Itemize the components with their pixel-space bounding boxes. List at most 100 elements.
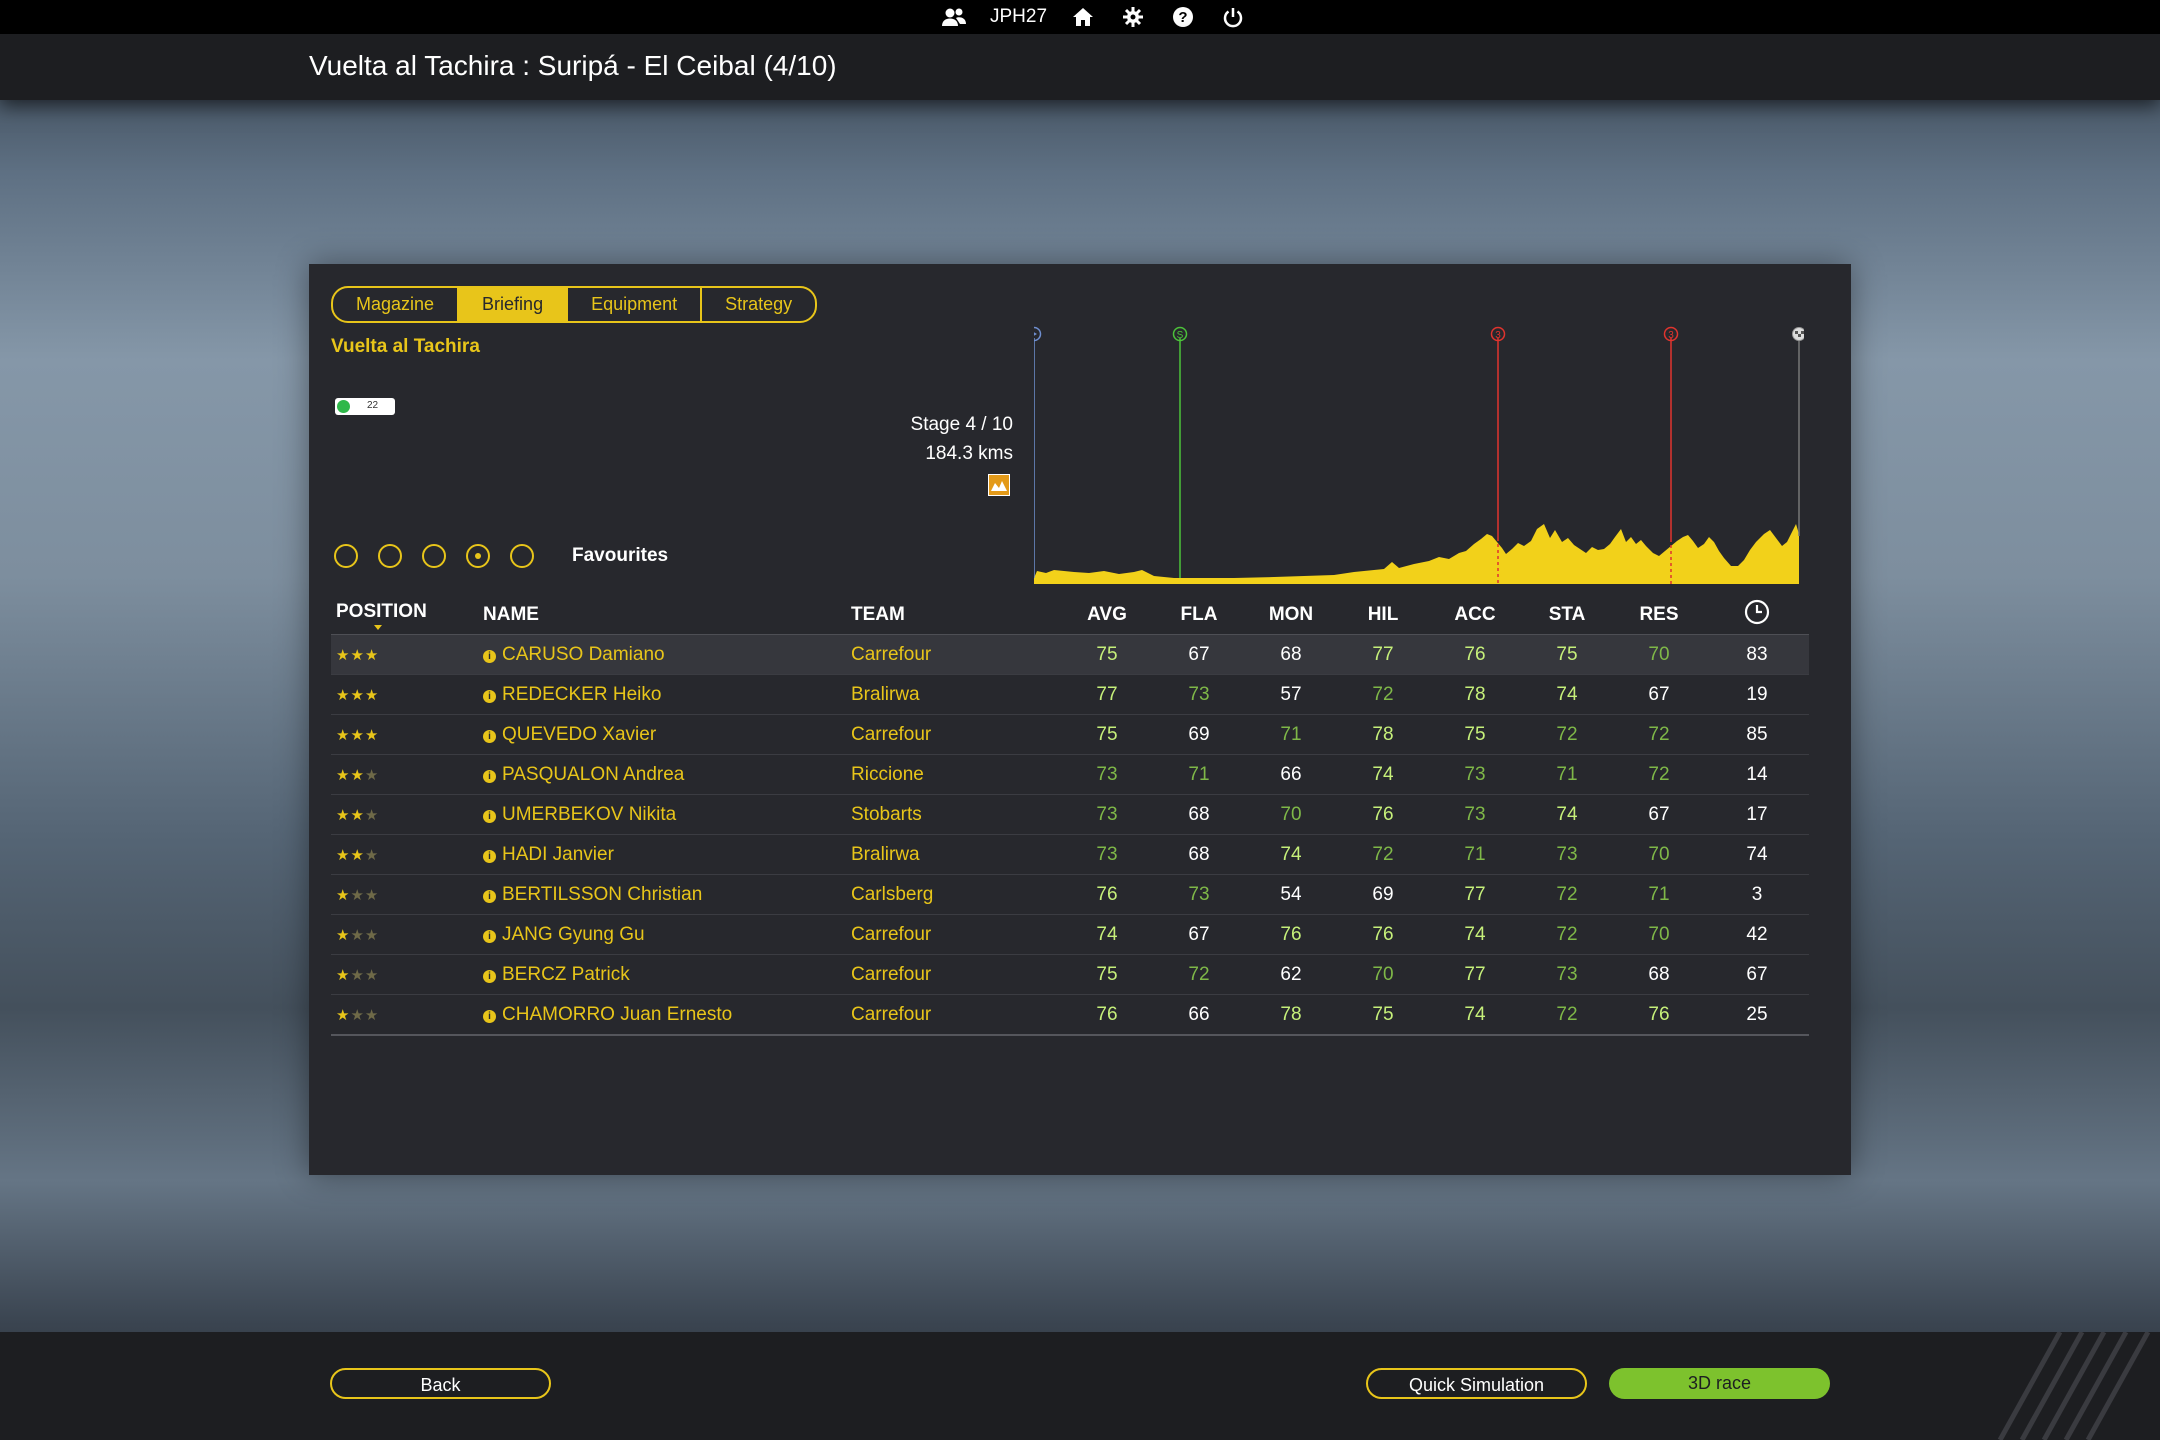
username: JPH27 (990, 6, 1048, 27)
column-fla[interactable]: FLA (1153, 596, 1245, 635)
decorative-stripes (1997, 1332, 2151, 1440)
rider-team[interactable]: Bralirwa (846, 674, 1061, 715)
info-icon[interactable]: i (483, 769, 496, 783)
rider-team[interactable]: Carrefour (846, 714, 1061, 755)
table-row[interactable]: ★★★ i HADI Janvier Bralirwa 73 68 74 72 71 73 70 74 (331, 834, 1809, 875)
rider-team[interactable]: Carrefour (846, 994, 1061, 1036)
column-res[interactable]: RES (1613, 596, 1705, 635)
stat-res: 68 (1613, 954, 1705, 995)
sort-arrow-icon (374, 624, 382, 630)
stat-res: 72 (1613, 714, 1705, 755)
rider-name-text: JANG Gyung Gu (502, 923, 645, 945)
position-stars: ★★★ (331, 914, 478, 955)
rider-name[interactable]: i BERTILSSON Christian (478, 874, 846, 915)
table-row[interactable]: ★★★ i UMERBEKOV Nikita Stobarts 73 68 70 76 73 74… (331, 794, 1809, 835)
svg-text:3: 3 (1668, 330, 1674, 341)
stat-time: 17 (1705, 794, 1809, 835)
rider-name[interactable]: i BERCZ Patrick (478, 954, 846, 995)
column-mon[interactable]: MON (1245, 596, 1337, 635)
info-icon[interactable]: i (483, 1009, 496, 1023)
filter-radio-favourites[interactable] (466, 544, 490, 568)
rider-name[interactable]: i JANG Gyung Gu (478, 914, 846, 955)
tab-equipment[interactable]: Equipment (568, 288, 703, 321)
rider-name[interactable]: i CHAMORRO Juan Ernesto (478, 994, 846, 1036)
stat-fla: 72 (1153, 954, 1245, 995)
info-icon[interactable]: i (483, 889, 496, 903)
stat-hil: 76 (1337, 914, 1429, 955)
info-icon[interactable]: i (483, 809, 496, 823)
column-time[interactable] (1705, 596, 1809, 635)
star-rating-icon: ★★★ (336, 1006, 380, 1024)
stat-time: 3 (1705, 874, 1809, 915)
gear-icon[interactable] (1119, 3, 1147, 31)
stat-hil: 74 (1337, 754, 1429, 795)
table-row[interactable]: ★★★ i REDECKER Heiko Bralirwa 77 73 57 72 78 74 67… (331, 674, 1809, 715)
rider-team[interactable]: Carlsberg (846, 874, 1061, 915)
tab-magazine[interactable]: Magazine (333, 288, 460, 321)
tab-strategy[interactable]: Strategy (702, 288, 815, 321)
filter-radio-5[interactable] (510, 544, 534, 568)
rider-team[interactable]: Carrefour (846, 914, 1061, 955)
position-stars: ★★★ (331, 834, 478, 875)
position-stars: ★★★ (331, 994, 478, 1036)
stat-hil: 69 (1337, 874, 1429, 915)
table-row[interactable]: ★★★ i PASQUALON Andrea Riccione 73 71 66 74 73 71… (331, 754, 1809, 795)
page-title: Vuelta al Tachira : Suripá - El Ceibal (… (309, 50, 837, 81)
stat-mon: 76 (1245, 914, 1337, 955)
rider-team[interactable]: Bralirwa (846, 834, 1061, 875)
table-row[interactable]: ★★★ i CHAMORRO Juan Ernesto Carrefour 76 66 78… (331, 994, 1809, 1036)
home-icon[interactable] (1069, 3, 1097, 31)
tab-briefing[interactable]: Briefing (459, 288, 569, 321)
table-row[interactable]: ★★★ i JANG Gyung Gu Carrefour 74 67 76 76 74 72 70… (331, 914, 1809, 955)
column-hil[interactable]: HIL (1337, 596, 1429, 635)
table-row[interactable]: ★★★ i CARUSO Damiano Carrefour 75 67 68 77 76 75 7… (331, 634, 1809, 675)
filter-radio-2[interactable] (378, 544, 402, 568)
filter-radio-3[interactable] (422, 544, 446, 568)
rider-team[interactable]: Stobarts (846, 794, 1061, 835)
rider-team[interactable]: Carrefour (846, 954, 1061, 995)
rider-name[interactable]: i HADI Janvier (478, 834, 846, 875)
rider-name[interactable]: i CARUSO Damiano (478, 634, 846, 675)
svg-text:3: 3 (1495, 330, 1501, 341)
power-icon[interactable] (1219, 3, 1247, 31)
help-icon[interactable]: ? (1169, 3, 1197, 31)
info-icon[interactable]: i (483, 649, 496, 663)
3d-race-button[interactable]: 3D race (1609, 1368, 1830, 1399)
table-row[interactable]: ★★★ i QUEVEDO Xavier Carrefour 75 69 71 78 75 72 7… (331, 714, 1809, 755)
info-icon[interactable]: i (483, 729, 496, 743)
column-avg[interactable]: AVG (1061, 596, 1153, 635)
info-icon[interactable]: i (483, 689, 496, 703)
race-name: Vuelta al Tachira (331, 336, 480, 357)
stat-time: 85 (1705, 714, 1809, 755)
info-icon[interactable]: i (483, 969, 496, 983)
stat-res: 70 (1613, 634, 1705, 675)
stat-acc: 76 (1429, 634, 1521, 675)
column-acc[interactable]: ACC (1429, 596, 1521, 635)
stat-avg: 76 (1061, 874, 1153, 915)
rider-name[interactable]: i QUEVEDO Xavier (478, 714, 846, 755)
sprint-marker-icon: S (1172, 326, 1188, 342)
users-icon[interactable] (940, 3, 968, 31)
rider-name[interactable]: i PASQUALON Andrea (478, 754, 846, 795)
column-team[interactable]: TEAM (846, 596, 1061, 635)
profile-view-icon[interactable] (988, 474, 1010, 496)
rider-team[interactable]: Carrefour (846, 634, 1061, 675)
column-sta[interactable]: STA (1521, 596, 1613, 635)
race-toggle[interactable]: 22 (335, 398, 395, 415)
column-position[interactable]: POSITION (331, 596, 478, 635)
stat-acc: 74 (1429, 914, 1521, 955)
column-name[interactable]: NAME (478, 596, 846, 635)
info-icon[interactable]: i (483, 929, 496, 943)
stat-fla: 73 (1153, 674, 1245, 715)
rider-name[interactable]: i REDECKER Heiko (478, 674, 846, 715)
table-row[interactable]: ★★★ i BERTILSSON Christian Carlsberg 76 73 54 6… (331, 874, 1809, 915)
table-row[interactable]: ★★★ i BERCZ Patrick Carrefour 75 72 62 70 77 73 68… (331, 954, 1809, 995)
back-button[interactable]: Back (330, 1368, 551, 1399)
stat-res: 70 (1613, 914, 1705, 955)
rider-team[interactable]: Riccione (846, 754, 1061, 795)
info-icon[interactable]: i (483, 849, 496, 863)
filter-radio-1[interactable] (334, 544, 358, 568)
quick-simulation-button[interactable]: Quick Simulation (1366, 1368, 1587, 1399)
rider-name[interactable]: i UMERBEKOV Nikita (478, 794, 846, 835)
svg-text:?: ? (1178, 9, 1187, 26)
